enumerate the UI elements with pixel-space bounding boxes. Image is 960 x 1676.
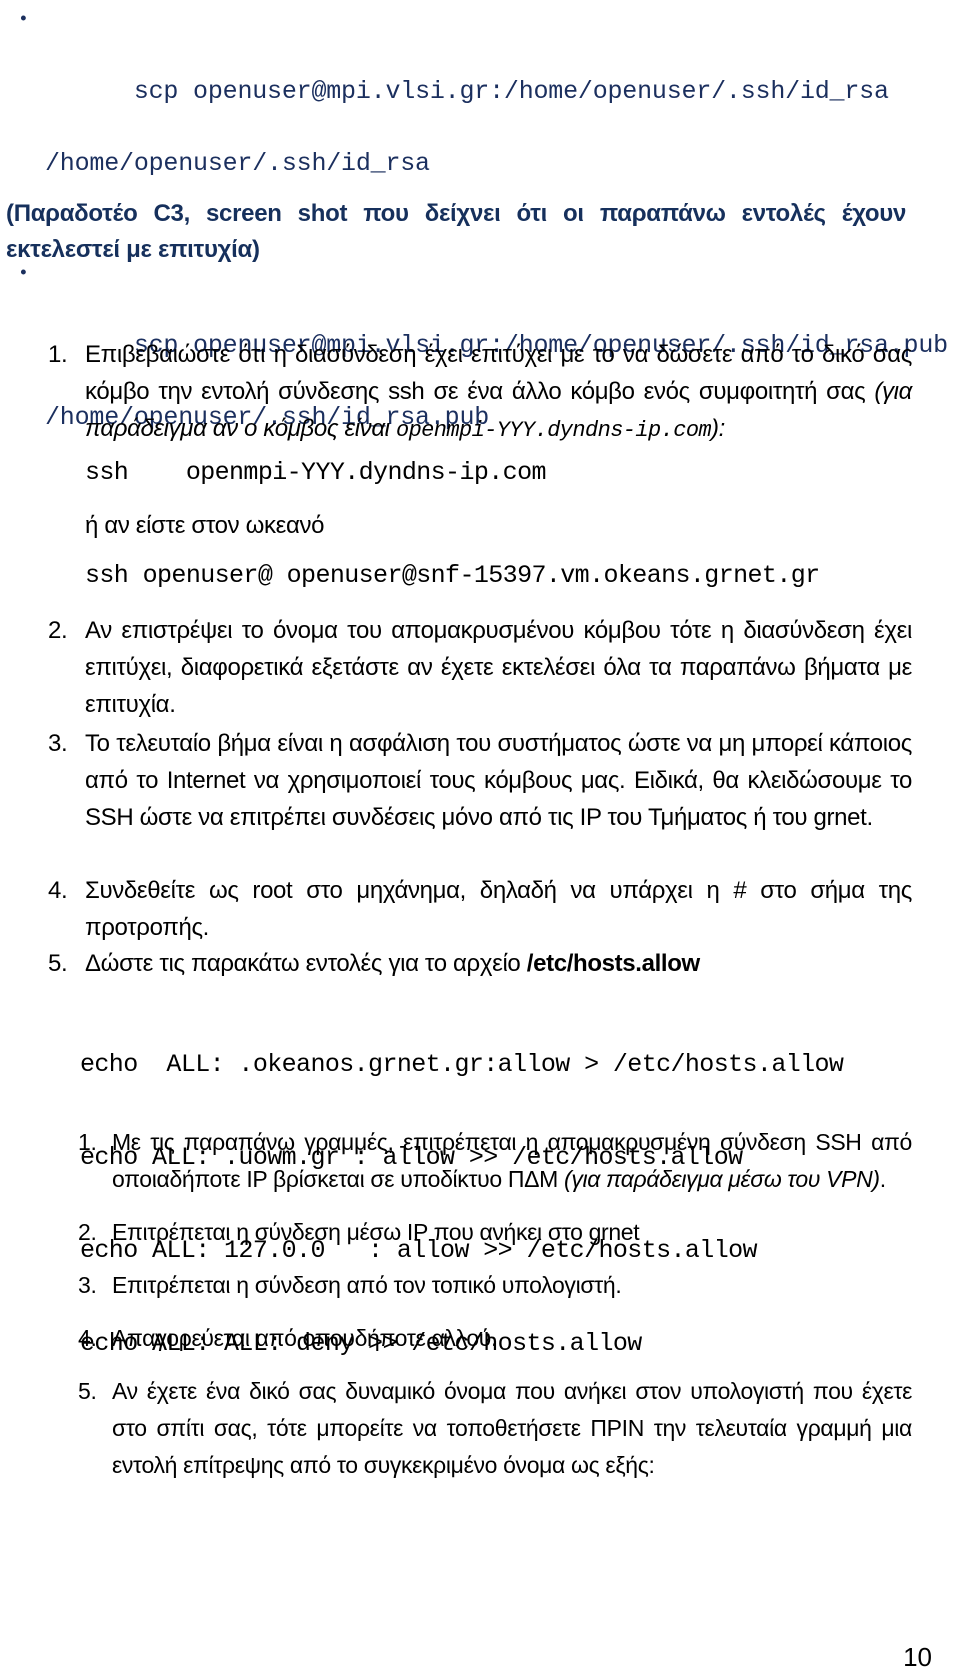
step-3-text: Το τελευταίο βήμα είναι η ασφάλιση του σ… [85, 730, 912, 831]
substep-number: 4. [78, 1325, 97, 1351]
substep-1: 1. Με τις παραπάνω γραμμές, επιτρέπεται η… [0, 1124, 960, 1198]
substep-5: 5. Αν έχετε ένα δικό σας δυναμικό όνομα π… [0, 1373, 960, 1484]
substep-number: 5. [78, 1378, 97, 1404]
step-3: 3. Το τελευταίο βήμα είναι η ασφάλιση του… [0, 725, 960, 836]
page-number: 10 [903, 1642, 932, 1672]
step-number: 5. [48, 950, 68, 977]
deliverable-note: (Παραδοτέο C3, screen shot που δείχνει ό… [6, 200, 906, 263]
hosts-allow-path: /etc/hosts.allow [526, 950, 700, 977]
scp-command-line-1: scp openuser@mpi.vlsi.gr:/home/openuser/… [133, 77, 889, 106]
substep-1-italic: (για παράδειγμα μέσω του VPN) [564, 1166, 880, 1192]
bullet-icon: • [18, 10, 29, 30]
substep-number: 2. [78, 1219, 97, 1245]
substep-3: 3. Επιτρέπεται η σύνδεση από τον τοπικό υ… [0, 1267, 960, 1304]
step-number: 3. [48, 730, 68, 757]
substep-number: 3. [78, 1272, 97, 1298]
step-1-text-end: ): [711, 415, 725, 442]
substep-2: 2. Επιτρέπεται η σύνδεση μέσω IP που ανήκ… [0, 1214, 960, 1251]
step-1-text: Επιβεβαιώστε ότι η διασύνδεση έχει επιτύ… [85, 341, 912, 405]
step-3-wrap: 3. Το τελευταίο βήμα είναι η ασφάλιση του… [0, 725, 960, 850]
step-1-hostname: openmpi-YYY.dyndns-ip.com [395, 418, 712, 443]
steps-list: 1. Επιβεβαιώστε ότι η διασύνδεση έχει επι… [0, 336, 960, 463]
step-number: 4. [48, 877, 68, 904]
step-number: 1. [48, 341, 68, 368]
alt-intro-text: ή αν είστε στον ωκεανό [85, 512, 325, 539]
ssh-command-example: ssh openmpi-YYY.dyndns-ip.com [85, 458, 546, 487]
substep-5-text: Αν έχετε ένα δικό σας δυναμικό όνομα που… [112, 1378, 912, 1478]
scp-command-line-2: /home/openuser/.ssh/id_rsa [45, 149, 430, 178]
step-4-text: Συνδεθείτε ως root στο μηχάνημα, δηλαδή … [85, 877, 912, 941]
step-4: 4. Συνδεθείτε ως root στο μηχάνημα, δηλαδ… [0, 872, 960, 946]
step-number: 2. [48, 617, 68, 644]
substep-3-text: Επιτρέπεται η σύνδεση από τον τοπικό υπο… [112, 1272, 622, 1298]
substep-number: 1. [78, 1129, 97, 1155]
substep-4: 4. Απαγορεύεται από οπουδήποτε αλλού. [0, 1320, 960, 1357]
step-2-text: Αν επιστρέψει το όνομα του απομακρυσμένο… [85, 617, 912, 718]
substeps-list: 1. Με τις παραπάνω γραμμές, επιτρέπεται η… [0, 1124, 960, 1500]
step-1: 1. Επιβεβαιώστε ότι η διασύνδεση έχει επι… [0, 336, 960, 449]
ssh-okeanos-command: ssh openuser@ openuser@snf-15397.vm.okea… [85, 561, 820, 590]
substep-2-text: Επιτρέπεται η σύνδεση μέσω IP που ανήκει… [112, 1219, 640, 1245]
step-2: 2. Αν επιστρέψει το όνομα του απομακρυσμέ… [0, 612, 960, 723]
document-page: • scp openuser@mpi.vlsi.gr:/home/openuse… [0, 0, 960, 1676]
substep-4-text: Απαγορεύεται από οπουδήποτε αλλού. [112, 1325, 498, 1351]
echo-command-line: echo ALL: .okeanos.grnet.gr:allow > /etc… [80, 1050, 844, 1079]
step-2-wrap: 2. Αν επιστρέψει το όνομα του απομακρυσμέ… [0, 612, 960, 737]
step-5: 5. Δώστε τις παρακάτω εντολές για το αρχε… [0, 945, 960, 982]
step-5-text: Δώστε τις παρακάτω εντολές για το αρχείο [85, 950, 527, 977]
substep-1-text-end: . [879, 1166, 886, 1192]
